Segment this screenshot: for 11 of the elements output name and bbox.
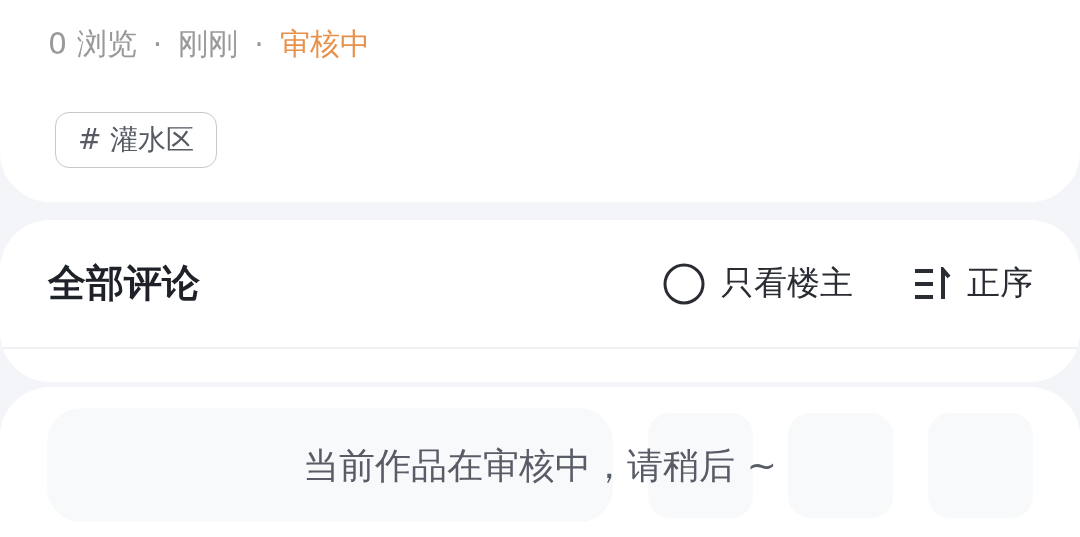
- owner-only-toggle[interactable]: 只看楼主: [663, 261, 853, 306]
- post-time: 刚刚: [178, 24, 239, 63]
- sort-button[interactable]: 正序: [913, 261, 1033, 306]
- separator-dot: ·: [254, 26, 264, 62]
- view-count: 0 浏览: [48, 24, 137, 63]
- sort-icon: [913, 266, 951, 301]
- separator-dot: ·: [152, 26, 163, 62]
- review-notice: 当前作品在审核中，请稍后 ~: [303, 444, 777, 488]
- topic-tag[interactable]: # 灌水区: [55, 112, 218, 168]
- review-status: 审核中: [279, 24, 370, 63]
- comments-title: 全部评论: [48, 260, 201, 307]
